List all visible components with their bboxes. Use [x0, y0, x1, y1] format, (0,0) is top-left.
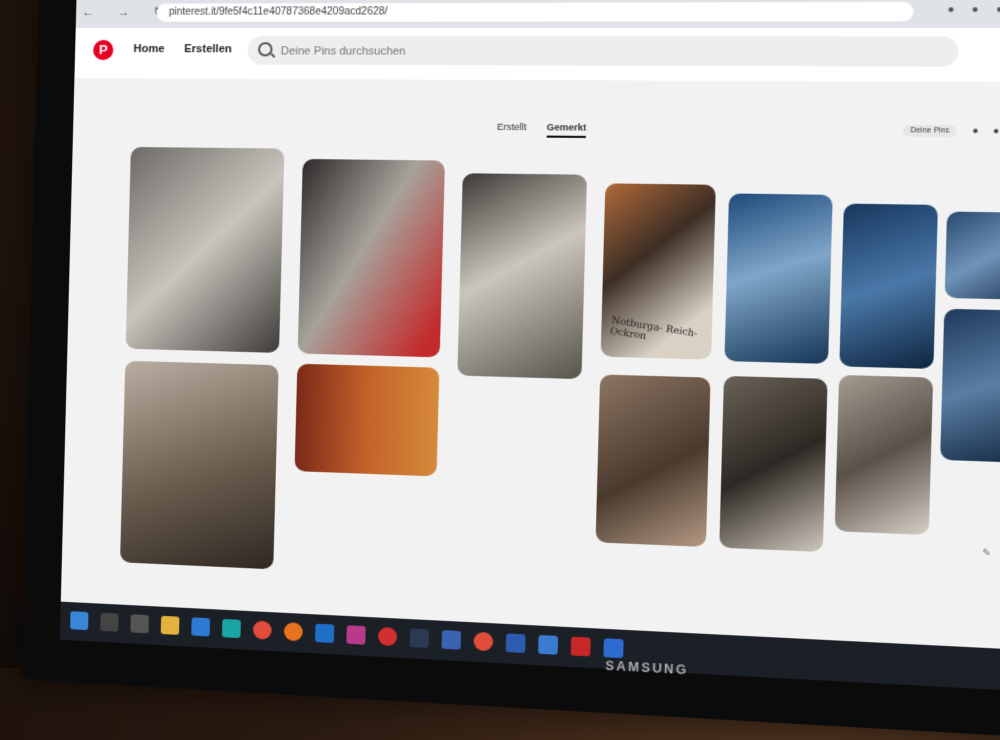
- edge-icon[interactable]: [222, 619, 241, 638]
- pin-child-fur-coat-photo[interactable]: [120, 361, 279, 570]
- pin-woman-portrait[interactable]: [596, 374, 711, 547]
- browser-toolbar: ← → ↻ pinterest.it/9fe5f4c11e40787368e42…: [76, 0, 1000, 28]
- mail-icon[interactable]: [191, 617, 210, 636]
- pin-caption: Notburga- Reich- Ockron: [609, 316, 711, 353]
- acrobat-icon[interactable]: [571, 637, 591, 657]
- pin-scrapbook-photo[interactable]: [298, 159, 445, 357]
- opera-icon[interactable]: [378, 627, 397, 647]
- pin-cyanotype-family[interactable]: [945, 212, 1000, 300]
- app-icon[interactable]: [441, 630, 461, 650]
- search-bar[interactable]: [247, 36, 959, 67]
- search-input[interactable]: [278, 36, 940, 69]
- pin-man-portrait[interactable]: [719, 376, 827, 552]
- chrome-icon[interactable]: [473, 632, 493, 652]
- pin-cyanotype-chapel[interactable]: [940, 309, 1000, 463]
- monitor: ← → ↻ pinterest.it/9fe5f4c11e40787368e42…: [21, 0, 1000, 740]
- chrome-icon[interactable]: [253, 620, 272, 639]
- search-icon: [258, 42, 273, 56]
- word-icon[interactable]: [506, 633, 526, 653]
- search-icon[interactable]: [100, 613, 119, 632]
- edit-icon[interactable]: ✎: [982, 547, 991, 559]
- tab-saved[interactable]: Gemerkt: [546, 122, 586, 138]
- pin-woman-garden-photo[interactable]: [295, 364, 440, 477]
- app-icon[interactable]: [346, 625, 365, 644]
- address-bar[interactable]: pinterest.it/9fe5f4c11e40787368e4209acd2…: [156, 2, 913, 22]
- file-explorer-icon[interactable]: [161, 616, 180, 635]
- pin-soldier-portrait[interactable]: [835, 375, 933, 535]
- extension-icons[interactable]: ● ● ● ⋮: [947, 4, 1000, 16]
- pin-cyanotype-figure[interactable]: [724, 193, 832, 363]
- sort-button[interactable]: Deine Pins: [903, 125, 956, 137]
- pin-cyanotype-people[interactable]: [839, 204, 938, 369]
- windows-taskbar: [60, 602, 1000, 692]
- windows-start-icon[interactable]: [70, 611, 88, 630]
- pinterest-logo-icon[interactable]: P: [93, 40, 114, 60]
- create-link[interactable]: Erstellen: [184, 43, 232, 55]
- pin-family-group-photo[interactable]: [126, 147, 285, 353]
- app-icon[interactable]: [603, 638, 623, 658]
- account-icons[interactable]: ● ● ◐: [972, 125, 1000, 136]
- pinterest-header: P Home Erstellen: [74, 28, 1000, 82]
- tab-created[interactable]: Erstellt: [497, 122, 527, 136]
- task-view-icon[interactable]: [130, 614, 149, 633]
- firefox-icon[interactable]: [284, 622, 303, 641]
- lightroom-icon[interactable]: [410, 628, 430, 648]
- screen: ← → ↻ pinterest.it/9fe5f4c11e40787368e42…: [60, 0, 1000, 692]
- home-link[interactable]: Home: [133, 43, 164, 55]
- outlook-icon[interactable]: [315, 624, 334, 643]
- profile-tabs: Erstellt Gemerkt: [73, 118, 1000, 142]
- pin-children-garden-photo[interactable]: [457, 173, 587, 379]
- pin-man-reading-photo[interactable]: Notburga- Reich- Ockron: [601, 183, 716, 359]
- app-icon[interactable]: [538, 635, 558, 655]
